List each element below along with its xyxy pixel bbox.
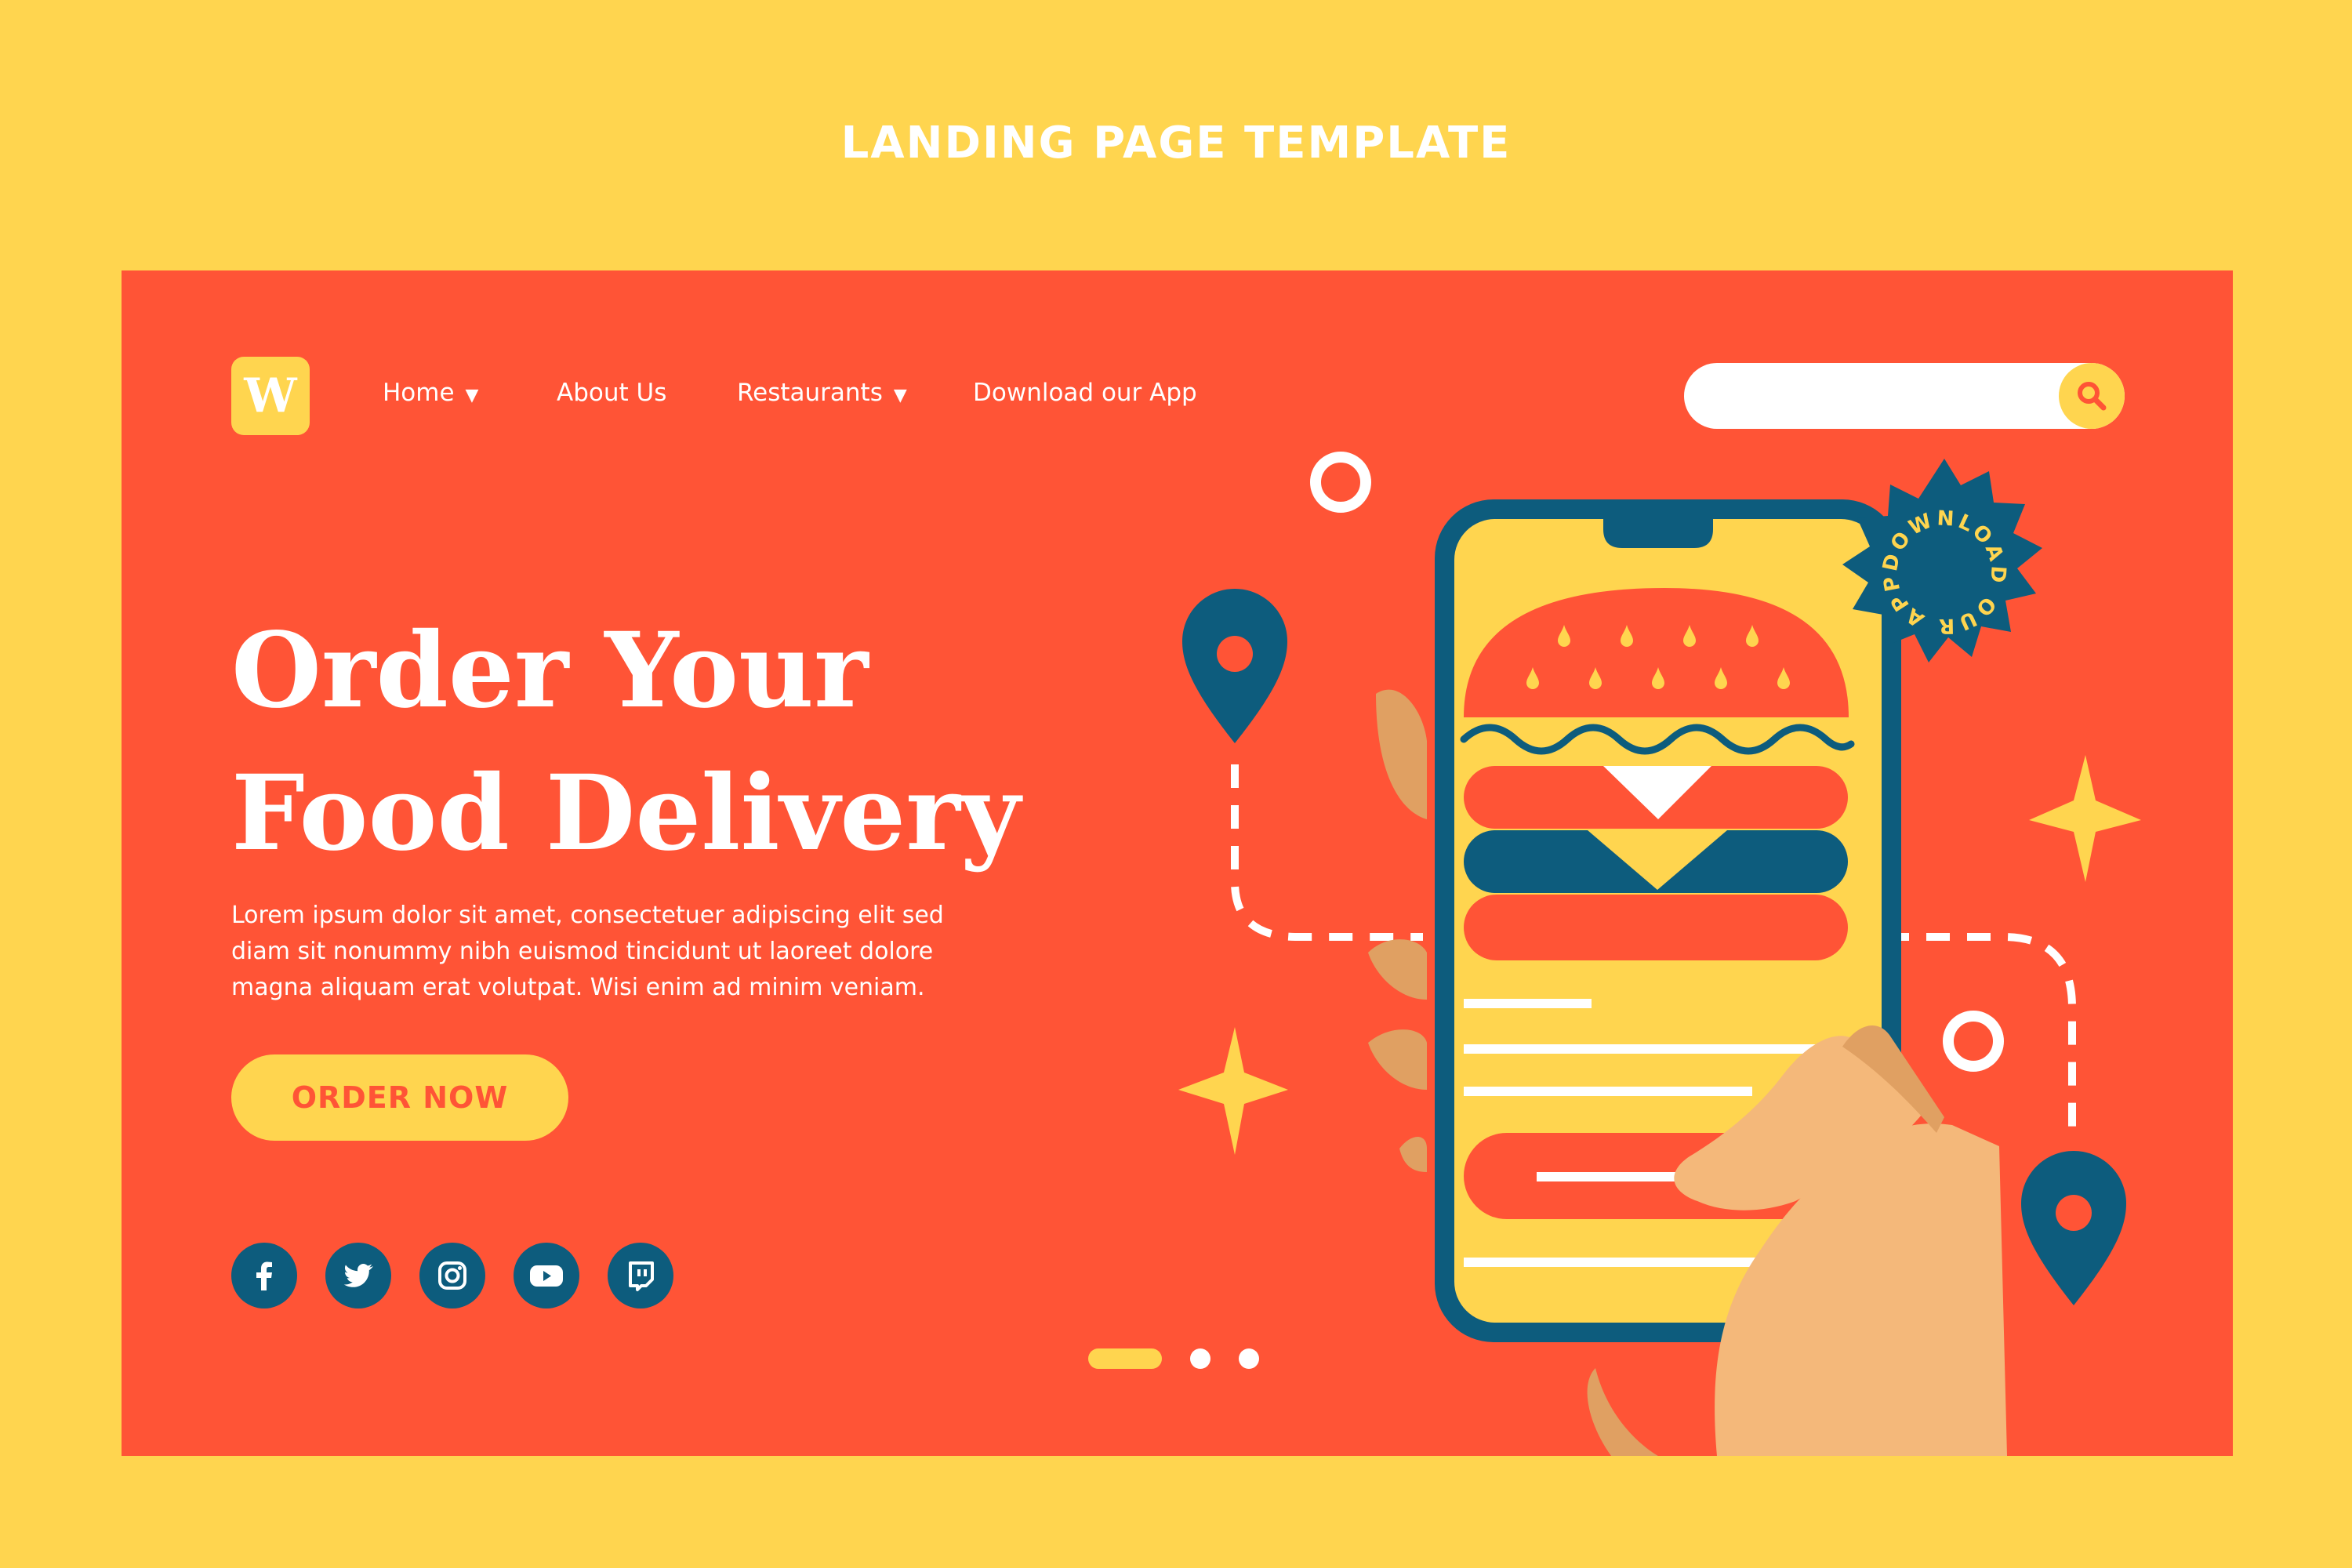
ring-decoration <box>1310 452 1371 513</box>
burger-illustration <box>1460 588 1855 960</box>
sparkle-icon <box>2029 755 2141 882</box>
phone-illustration: DOWNLOAD OUR APP <box>1178 452 2141 1456</box>
sparkle-icon <box>1178 1027 1288 1155</box>
map-pin-icon <box>2021 1151 2126 1305</box>
phone-notch <box>1603 516 1713 548</box>
map-pin-icon <box>1182 589 1287 743</box>
landing-card: W Home ▼ About Us Restaurants ▼ Download o… <box>122 270 2233 1456</box>
page-title: LANDING PAGE TEMPLATE <box>840 118 1512 169</box>
ring-decoration <box>1943 1011 2004 1072</box>
